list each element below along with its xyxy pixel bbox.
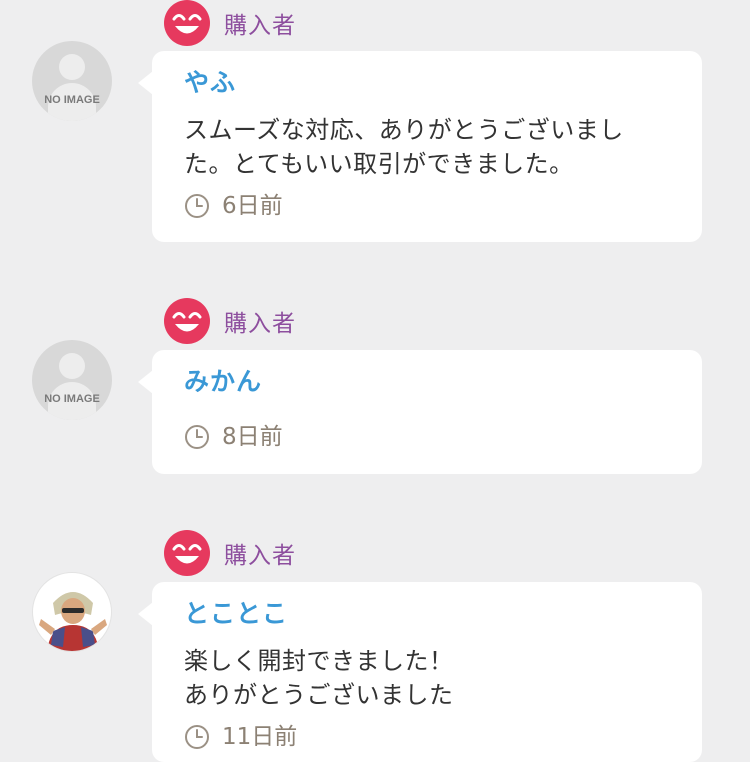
time-row: 8日前 [184, 420, 670, 454]
avatar[interactable]: NO IMAGE [32, 340, 112, 420]
role-row: 購入者 [164, 530, 296, 576]
clock-icon [185, 725, 209, 749]
no-image-avatar-icon [59, 54, 85, 80]
smile-icon [164, 0, 210, 46]
time-row: 11日前 [184, 720, 670, 754]
review-time: 11日前 [222, 724, 298, 750]
review-time: 6日前 [222, 193, 283, 219]
review-bubble: やふ スムーズな対応、ありがとうございまし た。とてもいい取引ができました。 6… [138, 51, 702, 242]
no-image-label: NO IMAGE [44, 94, 100, 106]
smile-icon [164, 298, 210, 344]
role-row: 購入者 [164, 298, 296, 344]
character-avatar-image [39, 592, 107, 651]
bubble-tail [138, 370, 153, 394]
avatar[interactable]: NO IMAGE [32, 41, 112, 121]
no-image-label: NO IMAGE [44, 393, 100, 405]
clock-icon [185, 425, 209, 449]
role-label: 購入者 [224, 311, 296, 337]
bubble-tail [138, 71, 153, 95]
avatar[interactable] [32, 572, 112, 652]
review-comment: スムーズな対応、ありがとうございまし た。とてもいい取引ができました。 [184, 116, 624, 178]
no-image-avatar-icon [59, 353, 85, 379]
review-bubble: とことこ 楽しく開封できました！ ありがとうございました 11日前 [138, 582, 702, 762]
smile-icon [164, 530, 210, 576]
clock-icon [185, 194, 209, 218]
review-time: 8日前 [222, 424, 283, 450]
role-label: 購入者 [224, 13, 296, 39]
review-bubble: みかん 8日前 [138, 350, 702, 474]
time-row: 6日前 [184, 189, 670, 223]
review-comment: 楽しく開封できました！ ありがとうございました [184, 647, 454, 709]
username-link[interactable]: みかん [184, 364, 670, 400]
username-link[interactable]: とことこ [184, 596, 670, 632]
role-label: 購入者 [224, 543, 296, 569]
bubble-tail [138, 602, 153, 626]
role-row: 購入者 [164, 0, 296, 46]
username-link[interactable]: やふ [184, 65, 670, 101]
